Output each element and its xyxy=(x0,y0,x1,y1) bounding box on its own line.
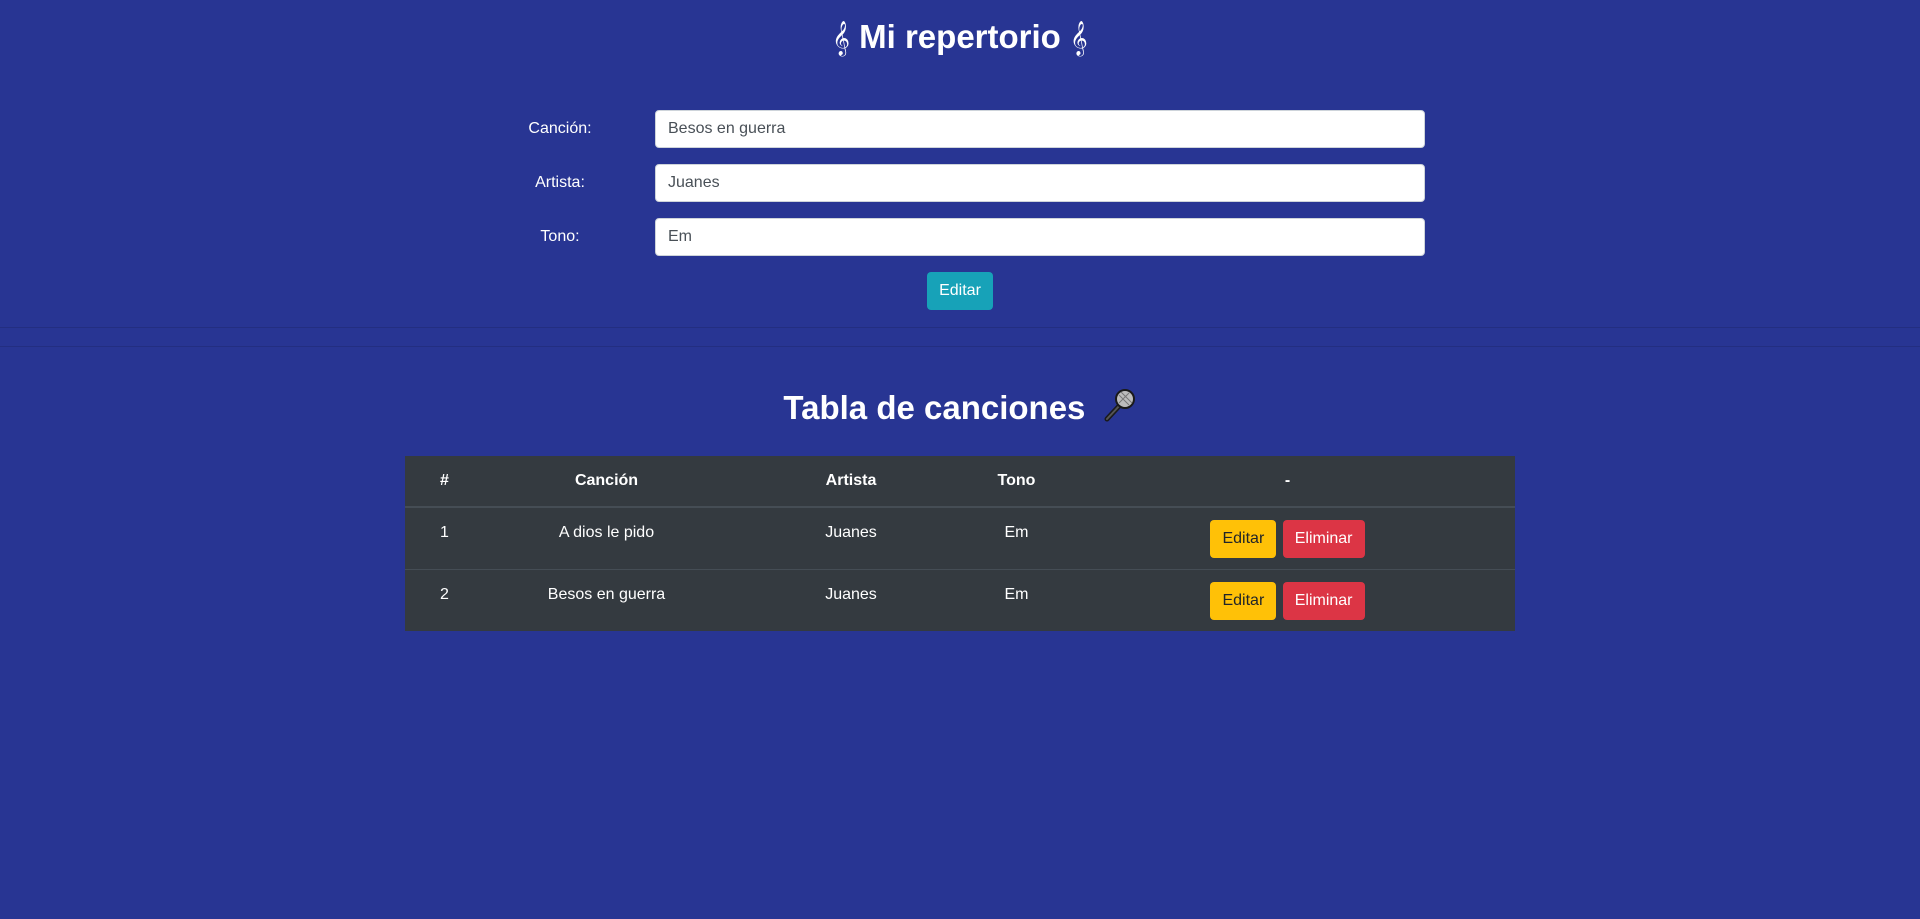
artist-input[interactable] xyxy=(655,164,1425,202)
row-artist: Juanes xyxy=(729,506,973,569)
song-row: Canción: xyxy=(0,110,1920,148)
treble-clef-icon: 𝄞 xyxy=(832,21,850,56)
edit-song-button[interactable]: Editar xyxy=(1210,520,1277,558)
table-header-row: # Canción Artista Tono - xyxy=(405,456,1515,508)
key-row: Tono: xyxy=(0,218,1920,256)
column-header-song: Canción xyxy=(484,456,729,508)
songs-table: # Canción Artista Tono - 1 A dios le pid… xyxy=(405,456,1515,631)
column-header-number: # xyxy=(405,456,484,508)
table-title: Tabla de canciones xyxy=(0,385,1920,434)
table-title-text: Tabla de canciones xyxy=(783,389,1086,427)
page-title-text: Mi repertorio xyxy=(859,18,1061,55)
treble-clef-icon: 𝄞 xyxy=(1070,21,1088,56)
delete-song-button[interactable]: Eliminar xyxy=(1282,581,1365,620)
column-header-key: Tono xyxy=(973,456,1060,508)
song-label: Canción: xyxy=(528,120,592,137)
row-key: Em xyxy=(973,568,1060,631)
section-divider xyxy=(0,327,1920,347)
row-number: 1 xyxy=(405,506,484,569)
edit-song-button[interactable]: Editar xyxy=(1210,581,1277,620)
column-header-artist: Artista xyxy=(729,456,973,508)
row-actions: Editar Eliminar xyxy=(1060,568,1515,631)
column-header-actions: - xyxy=(1060,456,1515,508)
table-row: 1 A dios le pido Juanes Em Editar Elimin… xyxy=(405,506,1515,569)
page-title: 𝄞 Mi repertorio 𝄞 xyxy=(0,0,1920,57)
table-row: 2 Besos en guerra Juanes Em Editar Elimi… xyxy=(405,568,1515,631)
artist-row: Artista: xyxy=(0,164,1920,202)
row-artist: Juanes xyxy=(729,568,973,631)
microphone-icon xyxy=(1101,387,1137,435)
row-song: A dios le pido xyxy=(484,506,729,569)
artist-label: Artista: xyxy=(535,174,585,191)
row-number: 2 xyxy=(405,568,484,631)
key-label: Tono: xyxy=(540,228,580,245)
row-actions: Editar Eliminar xyxy=(1060,506,1515,569)
song-input[interactable] xyxy=(655,110,1425,148)
key-input[interactable] xyxy=(655,218,1425,256)
row-song: Besos en guerra xyxy=(484,568,729,631)
row-key: Em xyxy=(973,506,1060,569)
edit-submit-button[interactable]: Editar xyxy=(927,272,993,310)
delete-song-button[interactable]: Eliminar xyxy=(1282,520,1365,558)
